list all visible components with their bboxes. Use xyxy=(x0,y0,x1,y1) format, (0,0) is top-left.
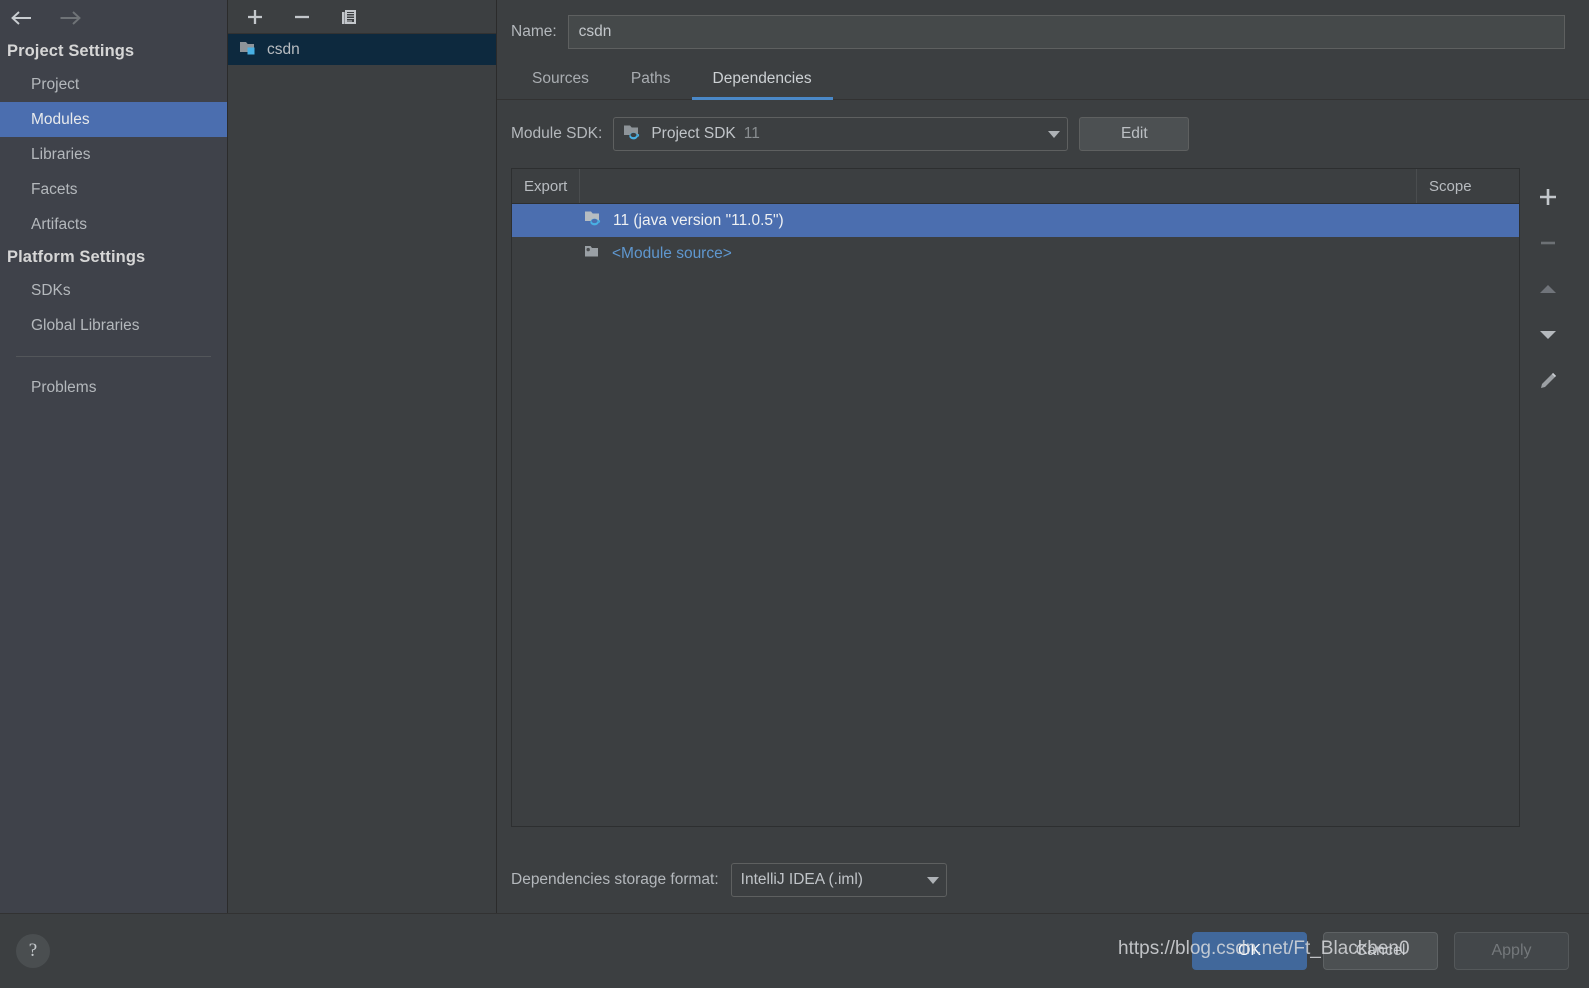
sidebar-item-problems[interactable]: Problems xyxy=(0,370,227,405)
remove-dependency-button[interactable] xyxy=(1525,220,1571,266)
chevron-down-icon xyxy=(1031,130,1061,139)
settings-sidebar: Project Settings Project Modules Librari… xyxy=(0,0,228,913)
copy-icon xyxy=(342,9,356,24)
dialog-body: Project Settings Project Modules Librari… xyxy=(0,0,1589,913)
plus-icon xyxy=(248,9,262,24)
dependencies-table-wrap: Export Scope 11 (java version "11.0.5") … xyxy=(511,168,1589,827)
module-sdk-select[interactable]: Project SDK 11 xyxy=(613,117,1069,151)
sidebar-item-sdks[interactable]: SDKs xyxy=(0,273,227,308)
apply-button[interactable]: Apply xyxy=(1454,932,1569,970)
sdk-version: 11 xyxy=(743,125,760,142)
table-row[interactable]: 11 (java version "11.0.5") xyxy=(512,204,1519,237)
module-name: csdn xyxy=(267,40,300,58)
storage-format-select[interactable]: IntelliJ IDEA (.iml) xyxy=(730,863,947,897)
name-label: Name: xyxy=(511,23,557,40)
sidebar-item-global-libraries[interactable]: Global Libraries xyxy=(0,308,227,343)
modules-panel: csdn xyxy=(228,0,497,913)
storage-format-value: IntelliJ IDEA (.iml) xyxy=(740,871,863,888)
column-header-scope[interactable]: Scope xyxy=(1417,169,1519,203)
sidebar-item-facets[interactable]: Facets xyxy=(0,172,227,207)
sidebar-divider xyxy=(16,356,211,357)
list-item[interactable]: csdn xyxy=(228,34,496,65)
sidebar-item-modules[interactable]: Modules xyxy=(0,102,227,137)
ok-button[interactable]: OK xyxy=(1192,932,1307,970)
edit-dependency-button[interactable] xyxy=(1525,358,1571,404)
sidebar-group-title-platform-settings: Platform Settings xyxy=(7,248,146,266)
back-button[interactable] xyxy=(8,5,36,31)
name-input[interactable] xyxy=(567,15,1565,49)
project-structure-dialog: Project Settings Project Modules Librari… xyxy=(0,0,1589,988)
storage-format-label: Dependencies storage format: xyxy=(511,871,719,888)
tab-dependencies[interactable]: Dependencies xyxy=(691,62,833,100)
sdk-folder-icon xyxy=(584,209,604,232)
move-down-button[interactable] xyxy=(1525,312,1571,358)
name-row: Name: xyxy=(497,0,1589,49)
dependency-name: <Module source> xyxy=(612,244,732,262)
modules-toolbar xyxy=(228,0,496,34)
dependency-name: 11 (java version "11.0.5") xyxy=(613,211,784,229)
arrow-up-icon xyxy=(1539,285,1556,293)
question-mark-icon: ? xyxy=(28,940,38,961)
tab-paths[interactable]: Paths xyxy=(610,62,692,100)
sidebar-item-artifacts[interactable]: Artifacts xyxy=(0,207,227,242)
column-header-name[interactable] xyxy=(580,169,1417,203)
table-row[interactable]: <Module source> xyxy=(512,237,1519,270)
cancel-button[interactable]: Cancel xyxy=(1323,932,1438,970)
plus-icon xyxy=(1539,189,1556,205)
footer-buttons: OK Cancel Apply xyxy=(1192,932,1589,970)
move-up-button[interactable] xyxy=(1525,266,1571,312)
module-tabs: Sources Paths Dependencies xyxy=(497,49,1589,100)
module-sdk-row: Module SDK: Project SDK 11 Edit xyxy=(497,100,1589,151)
module-folder-icon xyxy=(239,39,258,61)
remove-module-button[interactable] xyxy=(288,4,316,30)
minus-icon xyxy=(295,15,309,18)
chevron-down-icon xyxy=(910,876,940,885)
navigation-arrows xyxy=(0,0,227,36)
edit-sdk-button[interactable]: Edit xyxy=(1079,117,1190,151)
pencil-icon xyxy=(1540,372,1556,388)
table-body: 11 (java version "11.0.5") <Module sourc… xyxy=(512,204,1519,826)
table-header: Export Scope xyxy=(512,169,1519,204)
module-editor: Name: Sources Paths Dependencies Module … xyxy=(497,0,1589,913)
tab-sources[interactable]: Sources xyxy=(511,62,610,100)
sidebar-item-project[interactable]: Project xyxy=(0,67,227,102)
add-dependency-button[interactable] xyxy=(1525,174,1571,220)
storage-format-row: Dependencies storage format: IntelliJ ID… xyxy=(497,827,1589,913)
add-module-button[interactable] xyxy=(241,4,269,30)
minus-icon xyxy=(1540,241,1555,245)
dependencies-table: Export Scope 11 (java version "11.0.5") … xyxy=(511,168,1520,827)
sidebar-group-title-project-settings: Project Settings xyxy=(7,42,135,60)
module-source-icon xyxy=(584,243,603,265)
forward-button[interactable] xyxy=(56,5,84,31)
modules-list: csdn xyxy=(228,34,496,913)
sdk-name: Project SDK xyxy=(651,125,736,142)
dialog-footer: ? OK Cancel Apply xyxy=(0,913,1589,988)
arrow-down-icon xyxy=(1539,331,1556,339)
dependencies-toolbar xyxy=(1520,168,1575,827)
module-sdk-label: Module SDK: xyxy=(511,125,603,142)
sidebar-item-libraries[interactable]: Libraries xyxy=(0,137,227,172)
column-header-export[interactable]: Export xyxy=(512,169,580,203)
sdk-folder-icon xyxy=(623,123,643,146)
copy-module-button[interactable] xyxy=(335,4,363,30)
help-button[interactable]: ? xyxy=(16,934,50,968)
